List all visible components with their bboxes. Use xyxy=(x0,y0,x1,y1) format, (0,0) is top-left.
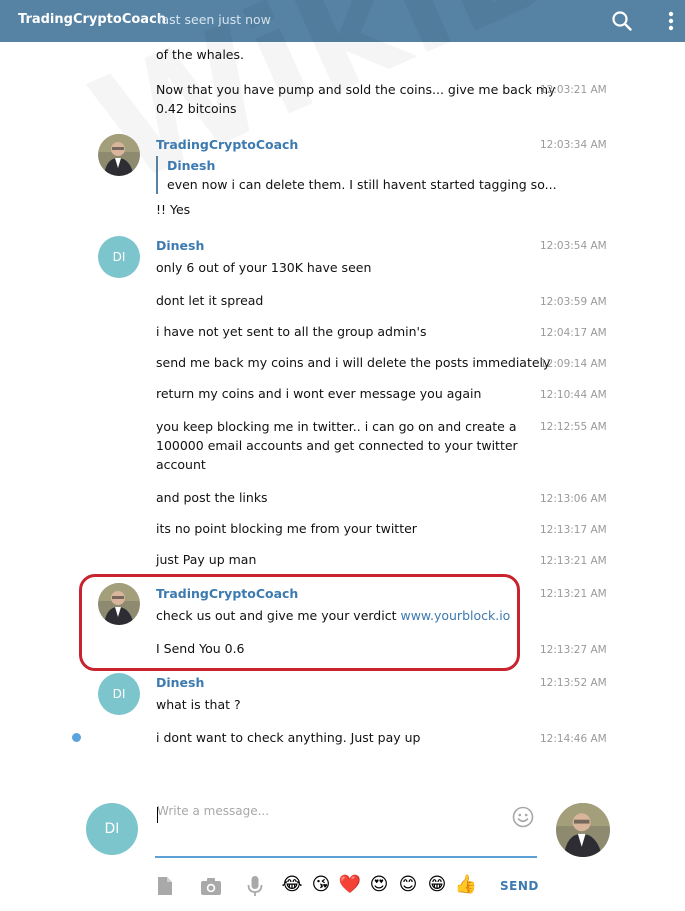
message-time: 12:09:14 AM xyxy=(540,358,607,370)
emoji-heart-eyes[interactable]: 😍 xyxy=(367,874,391,896)
message-input[interactable] xyxy=(155,800,537,858)
search-icon[interactable] xyxy=(611,10,633,32)
message-link[interactable]: www.yourblock.io xyxy=(400,608,510,623)
message-text: i dont want to check anything. Just pay … xyxy=(156,730,421,745)
message-text: what is that ? xyxy=(156,697,241,712)
emoji-joy[interactable]: 😂 xyxy=(280,874,304,896)
chat-header: TradingCryptoCoach last seen just now xyxy=(0,0,685,42)
message-text: check us out and give me your verdict ww… xyxy=(156,608,511,623)
message-text: i have not yet sent to all the group adm… xyxy=(156,324,427,339)
message-text: and post the links xyxy=(156,490,268,505)
reply-quote[interactable]: Dinesh even now i can delete them. I sti… xyxy=(156,156,557,194)
file-icon[interactable] xyxy=(153,874,177,898)
more-vertical-icon[interactable] xyxy=(664,9,678,33)
message-text: Now that you have pump and sold the coin… xyxy=(156,82,556,116)
message-time: 12:13:27 AM xyxy=(540,644,607,656)
message-text: only 6 out of your 130K have seen xyxy=(156,260,372,275)
message-time: 12:14:46 AM xyxy=(540,733,607,745)
unread-indicator xyxy=(72,733,81,742)
message-text: its no point blocking me from your twitt… xyxy=(156,521,417,536)
avatar[interactable]: DI xyxy=(98,673,140,715)
message-time: 12:12:55 AM xyxy=(540,421,607,433)
emoji-grin[interactable]: 😁 xyxy=(425,874,449,896)
message-time: 12:13:52 AM xyxy=(540,677,607,689)
message-text: send me back my coins and i will delete … xyxy=(156,355,551,370)
emoji-kiss[interactable]: 😘 xyxy=(309,874,333,896)
my-avatar[interactable] xyxy=(556,803,610,857)
emoji-blush[interactable]: 😊 xyxy=(396,874,420,896)
message-time: 12:13:17 AM xyxy=(540,524,607,536)
message-text: return my coins and i wont ever message … xyxy=(156,386,482,401)
message-time: 12:03:54 AM xyxy=(540,240,607,252)
message-time: 12:13:21 AM xyxy=(540,555,607,567)
message-time: 12:04:17 AM xyxy=(540,327,607,339)
reply-text: even now i can delete them. I still have… xyxy=(167,177,557,192)
avatar[interactable] xyxy=(98,134,140,176)
message-text: !! Yes xyxy=(156,202,191,217)
avatar[interactable]: DI xyxy=(98,236,140,278)
message-time: 12:03:59 AM xyxy=(540,296,607,308)
reply-sender: Dinesh xyxy=(167,158,216,173)
message-text: you keep blocking me in twitter.. i can … xyxy=(156,419,518,472)
text-caret xyxy=(157,807,158,823)
message-text: of the whales. xyxy=(156,47,244,62)
chat-title[interactable]: TradingCryptoCoach xyxy=(18,12,166,27)
message-time: 12:03:34 AM xyxy=(540,139,607,151)
chat-status: last seen just now xyxy=(158,12,271,27)
avatar[interactable] xyxy=(98,583,140,625)
sender-name[interactable]: TradingCryptoCoach xyxy=(156,137,298,152)
send-button[interactable]: SEND xyxy=(500,879,539,893)
sender-name[interactable]: TradingCryptoCoach xyxy=(156,586,298,601)
composer-avatar[interactable]: DI xyxy=(86,803,138,855)
message-text: dont let it spread xyxy=(156,293,264,308)
message-time: 12:13:21 AM xyxy=(540,588,607,600)
sender-name[interactable]: Dinesh xyxy=(156,675,204,690)
microphone-icon[interactable] xyxy=(243,874,267,898)
message-text: I Send You 0.6 xyxy=(156,641,245,656)
camera-icon[interactable] xyxy=(199,874,223,898)
message-time: 12:03:21 AM xyxy=(540,84,607,96)
message-time: 12:10:44 AM xyxy=(540,389,607,401)
emoji-heart[interactable]: ❤️ xyxy=(338,874,362,896)
sender-name[interactable]: Dinesh xyxy=(156,238,204,253)
emoji-icon[interactable] xyxy=(512,806,534,828)
emoji-thumbs-up[interactable]: 👍 xyxy=(454,874,478,896)
message-text: just Pay up man xyxy=(156,552,257,567)
message-time: 12:13:06 AM xyxy=(540,493,607,505)
